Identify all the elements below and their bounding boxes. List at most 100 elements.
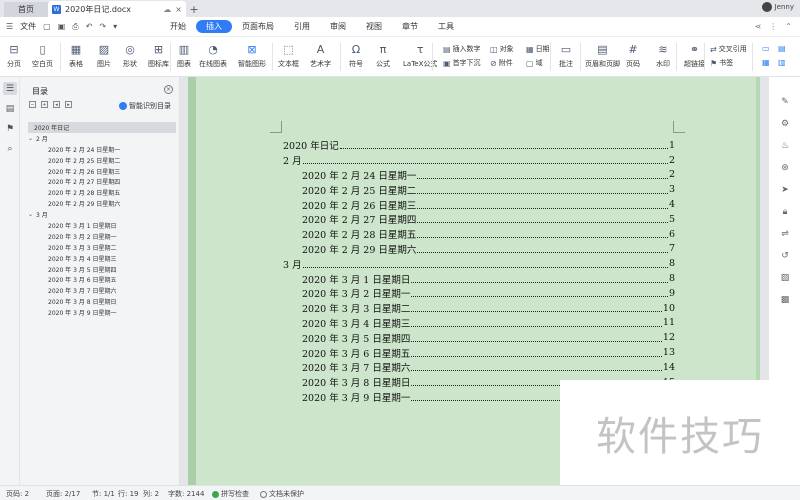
layout-option-icon[interactable]: ▥ [778, 58, 786, 67]
smart-art-button[interactable]: ⊠ 智能图形 [238, 42, 266, 69]
toc-tree-item[interactable]: 2020 年 3 月 8 日星期日 [28, 296, 176, 307]
user-account[interactable]: Jenny [761, 2, 794, 12]
layout-option-icon[interactable]: ▦ [762, 58, 770, 67]
tab-document[interactable]: W 2020年日记.docx ☁ × [48, 1, 186, 17]
redo-icon[interactable]: ↷ [99, 22, 106, 31]
open-icon[interactable]: ▢ [43, 22, 51, 31]
watermark-button[interactable]: ≋ 水印 [655, 42, 671, 69]
collapse-ribbon-icon[interactable]: ⌃ [785, 22, 792, 31]
layout-option-icon[interactable]: ▤ [778, 44, 786, 53]
date-button[interactable]: ▦ 日期 [526, 44, 550, 54]
doc-toc-line[interactable]: 2020 年 3 月 2 日星期一 9 [283, 286, 675, 301]
toc-tree-item[interactable]: ⌄ 2 月 [28, 133, 176, 144]
toc-tree-item[interactable]: 2020 年 2 月 24 日星期一 [28, 144, 176, 155]
tab-2[interactable]: 页面布局 [232, 20, 284, 33]
share-icon[interactable]: ⋖ [755, 22, 762, 31]
toc-tree-item[interactable]: 2020 年 3 月 2 日星期一 [28, 231, 176, 242]
layout-option-icon[interactable]: ▭ [762, 44, 770, 53]
pointer-icon[interactable]: ➤ [778, 183, 792, 197]
tab-4[interactable]: 审阅 [320, 20, 356, 33]
toc-tree-item[interactable]: 2020 年 3 月 9 日星期一 [28, 307, 176, 318]
doc-toc-line[interactable]: 2020 年 2 月 29 日星期六 7 [283, 242, 675, 257]
print-icon[interactable]: ⎙ [72, 22, 78, 32]
status-words[interactable]: 字数: 2144 [168, 489, 204, 499]
doc-toc-line[interactable]: 2020 年 2 月 27 日星期四 5 [283, 212, 675, 227]
chart-button[interactable]: ▥ 图表 [176, 42, 192, 69]
more-icon[interactable]: ▾ [113, 22, 117, 31]
doc-toc-line[interactable]: 2020 年 2 月 24 日星期一 2 [283, 168, 675, 183]
doc-toc-line[interactable]: 2020 年 2 月 26 日星期三 4 [283, 197, 675, 212]
doc-toc-line[interactable]: 2020 年 3 月 4 日星期三 11 [283, 316, 675, 331]
spell-check-button[interactable]: 拼写检查 [212, 489, 249, 499]
comment-button[interactable]: ▭ 批注 [558, 42, 574, 69]
doc-toc-line[interactable]: 2020 年 2 月 28 日星期五 6 [283, 227, 675, 242]
demote-icon[interactable]: ▸ [65, 101, 72, 108]
picture-icon[interactable]: ▩ [778, 293, 792, 307]
toc-tree-item[interactable]: 2020 年 2 月 29 日星期六 [28, 198, 176, 209]
blank-page-button[interactable]: ▯ 空白页 [32, 42, 53, 69]
table-button[interactable]: ▦ 表格 [68, 42, 84, 69]
page-break-button[interactable]: ⊟ 分页 [6, 42, 22, 69]
new-tab-button[interactable]: + [186, 2, 202, 17]
promote-icon[interactable]: ◂ [53, 101, 60, 108]
toc-tree-item[interactable]: 2020 年 2 月 28 日星期五 [28, 187, 176, 198]
toc-tree-item[interactable]: 2020 年 3 月 7 日星期六 [28, 285, 176, 296]
toc-tree-item[interactable]: 2020 年 3 月 4 日星期三 [28, 253, 176, 264]
collapse-all-icon[interactable]: − [29, 101, 36, 108]
chevron-down-icon[interactable]: ⌄ [28, 135, 36, 142]
lock-icon[interactable]: 🔒︎ [778, 205, 792, 219]
hamburger-menu-icon[interactable]: ☰ [6, 22, 13, 31]
tab-1[interactable]: 插入 [196, 20, 232, 33]
save-icon[interactable]: ▣ [58, 22, 66, 31]
formula-button[interactable]: π 公式 [375, 42, 391, 69]
close-icon[interactable]: × [164, 85, 173, 94]
doc-toc-line[interactable]: 2020 年 3 月 3 日星期二 10 [283, 301, 675, 316]
doc-toc-line[interactable]: 2020 年 3 月 6 日星期五 13 [283, 345, 675, 360]
bookmark-icon[interactable]: ⚑ [3, 122, 17, 135]
tab-7[interactable]: 工具 [428, 20, 464, 33]
doc-toc-line[interactable]: 2020 年日记 1 [283, 138, 675, 153]
bookmark-button[interactable]: ⚑ 书签 [710, 58, 733, 68]
doc-toc-line[interactable]: 3 月 8 [283, 256, 675, 271]
adjust-icon[interactable]: ⇌ [778, 227, 792, 241]
toc-tree-item[interactable]: 2020 年 2 月 27 日星期四 [28, 176, 176, 187]
wordart-button[interactable]: A 艺术字 [310, 42, 331, 69]
shape-button[interactable]: ◎ 形状 [122, 42, 138, 69]
icon-library-button[interactable]: ⊞ 图标库 [148, 42, 169, 69]
image-panel-icon[interactable]: ▨ [778, 271, 792, 285]
online-chart-button[interactable]: ◔ 在线图表 [199, 42, 227, 69]
textbox-button[interactable]: ⬚ 文本框 [278, 42, 299, 69]
image-button[interactable]: ▨ 图片 [96, 42, 112, 69]
style-icon[interactable]: ✎ [778, 95, 792, 109]
toc-tree-item[interactable]: 2020 年 3 月 3 日星期二 [28, 242, 176, 253]
tab-home[interactable]: 首页 [4, 2, 48, 17]
history-icon[interactable]: ↺ [778, 249, 792, 263]
page-number-button[interactable]: # 页码 [625, 42, 641, 69]
toc-tree-item[interactable]: 2020 年 2 月 26 日星期三 [28, 166, 176, 177]
doc-toc-line[interactable]: 2 月 2 [283, 153, 675, 168]
cross-ref-button[interactable]: ⇄ 交叉引用 [710, 44, 747, 54]
doc-toc-line[interactable]: 2020 年 3 月 1 日星期日 8 [283, 271, 675, 286]
doc-toc-line[interactable]: 2020 年 3 月 5 日星期四 12 [283, 330, 675, 345]
chevron-down-icon[interactable]: ⌄ [28, 211, 36, 218]
undo-icon[interactable]: ↶ [86, 22, 93, 31]
attachment-button[interactable]: ⊘ 附件 [490, 58, 513, 68]
toc-tree-item[interactable]: 2020 年 3 月 5 日星期四 [28, 264, 176, 275]
toc-tree-item[interactable]: 2020 年 2 月 25 日星期二 [28, 155, 176, 166]
toc-tree-item[interactable]: 2020 年 3 月 1 日星期日 [28, 220, 176, 231]
expand-all-icon[interactable]: + [41, 101, 48, 108]
page-thumbnails-icon[interactable]: ▤ [3, 102, 17, 115]
close-tab-icon[interactable]: × [175, 5, 182, 14]
toc-panel-icon[interactable]: ☰ [3, 82, 17, 95]
search-icon[interactable]: ⌕ [3, 142, 17, 155]
tab-0[interactable]: 开始 [160, 20, 196, 33]
navigate-icon[interactable]: ⊛ [778, 161, 792, 175]
file-menu[interactable]: 文件 [20, 21, 36, 32]
toc-tree-item[interactable]: ⌄ 3 月 [28, 209, 176, 220]
smart-toc-button[interactable]: 智能识别目录 [119, 101, 171, 111]
toc-tree-item[interactable]: 2020 年日记 [28, 122, 176, 133]
toc-tree-item[interactable]: 2020 年 3 月 6 日星期五 [28, 274, 176, 285]
tab-5[interactable]: 视图 [356, 20, 392, 33]
insert-number-button[interactable]: ▤ 插入数字 [443, 44, 481, 54]
header-footer-button[interactable]: ▤ 页眉和页脚 [585, 42, 620, 69]
